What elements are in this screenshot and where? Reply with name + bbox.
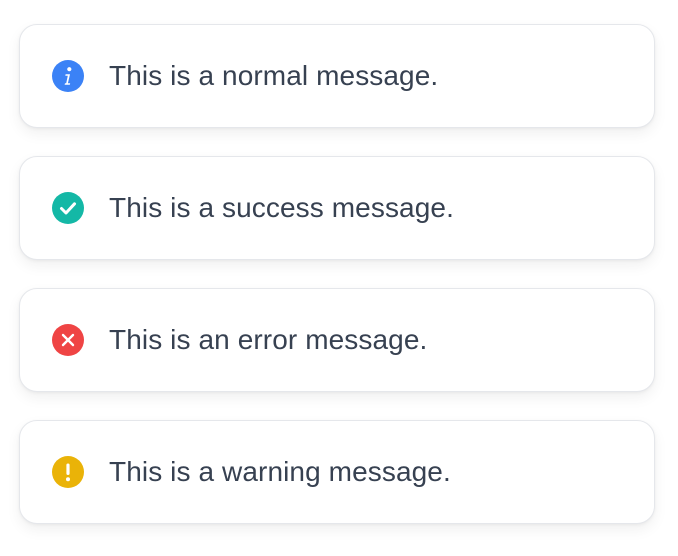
exclamation-icon bbox=[52, 456, 84, 488]
toast-success: This is a success message. bbox=[19, 156, 655, 260]
toast-message: This is a normal message. bbox=[109, 60, 439, 91]
x-circle-icon bbox=[52, 324, 84, 356]
check-circle-icon bbox=[52, 192, 84, 224]
info-icon bbox=[52, 60, 84, 92]
toast-message: This is a success message. bbox=[109, 192, 454, 223]
toast-message: This is an error message. bbox=[109, 324, 428, 355]
toast-list: This is a normal message. This is a succ… bbox=[0, 0, 678, 556]
toast-message: This is a warning message. bbox=[109, 456, 451, 487]
toast-error: This is an error message. bbox=[19, 288, 655, 392]
toast-warning: This is a warning message. bbox=[19, 420, 655, 524]
toast-info: This is a normal message. bbox=[19, 24, 655, 128]
